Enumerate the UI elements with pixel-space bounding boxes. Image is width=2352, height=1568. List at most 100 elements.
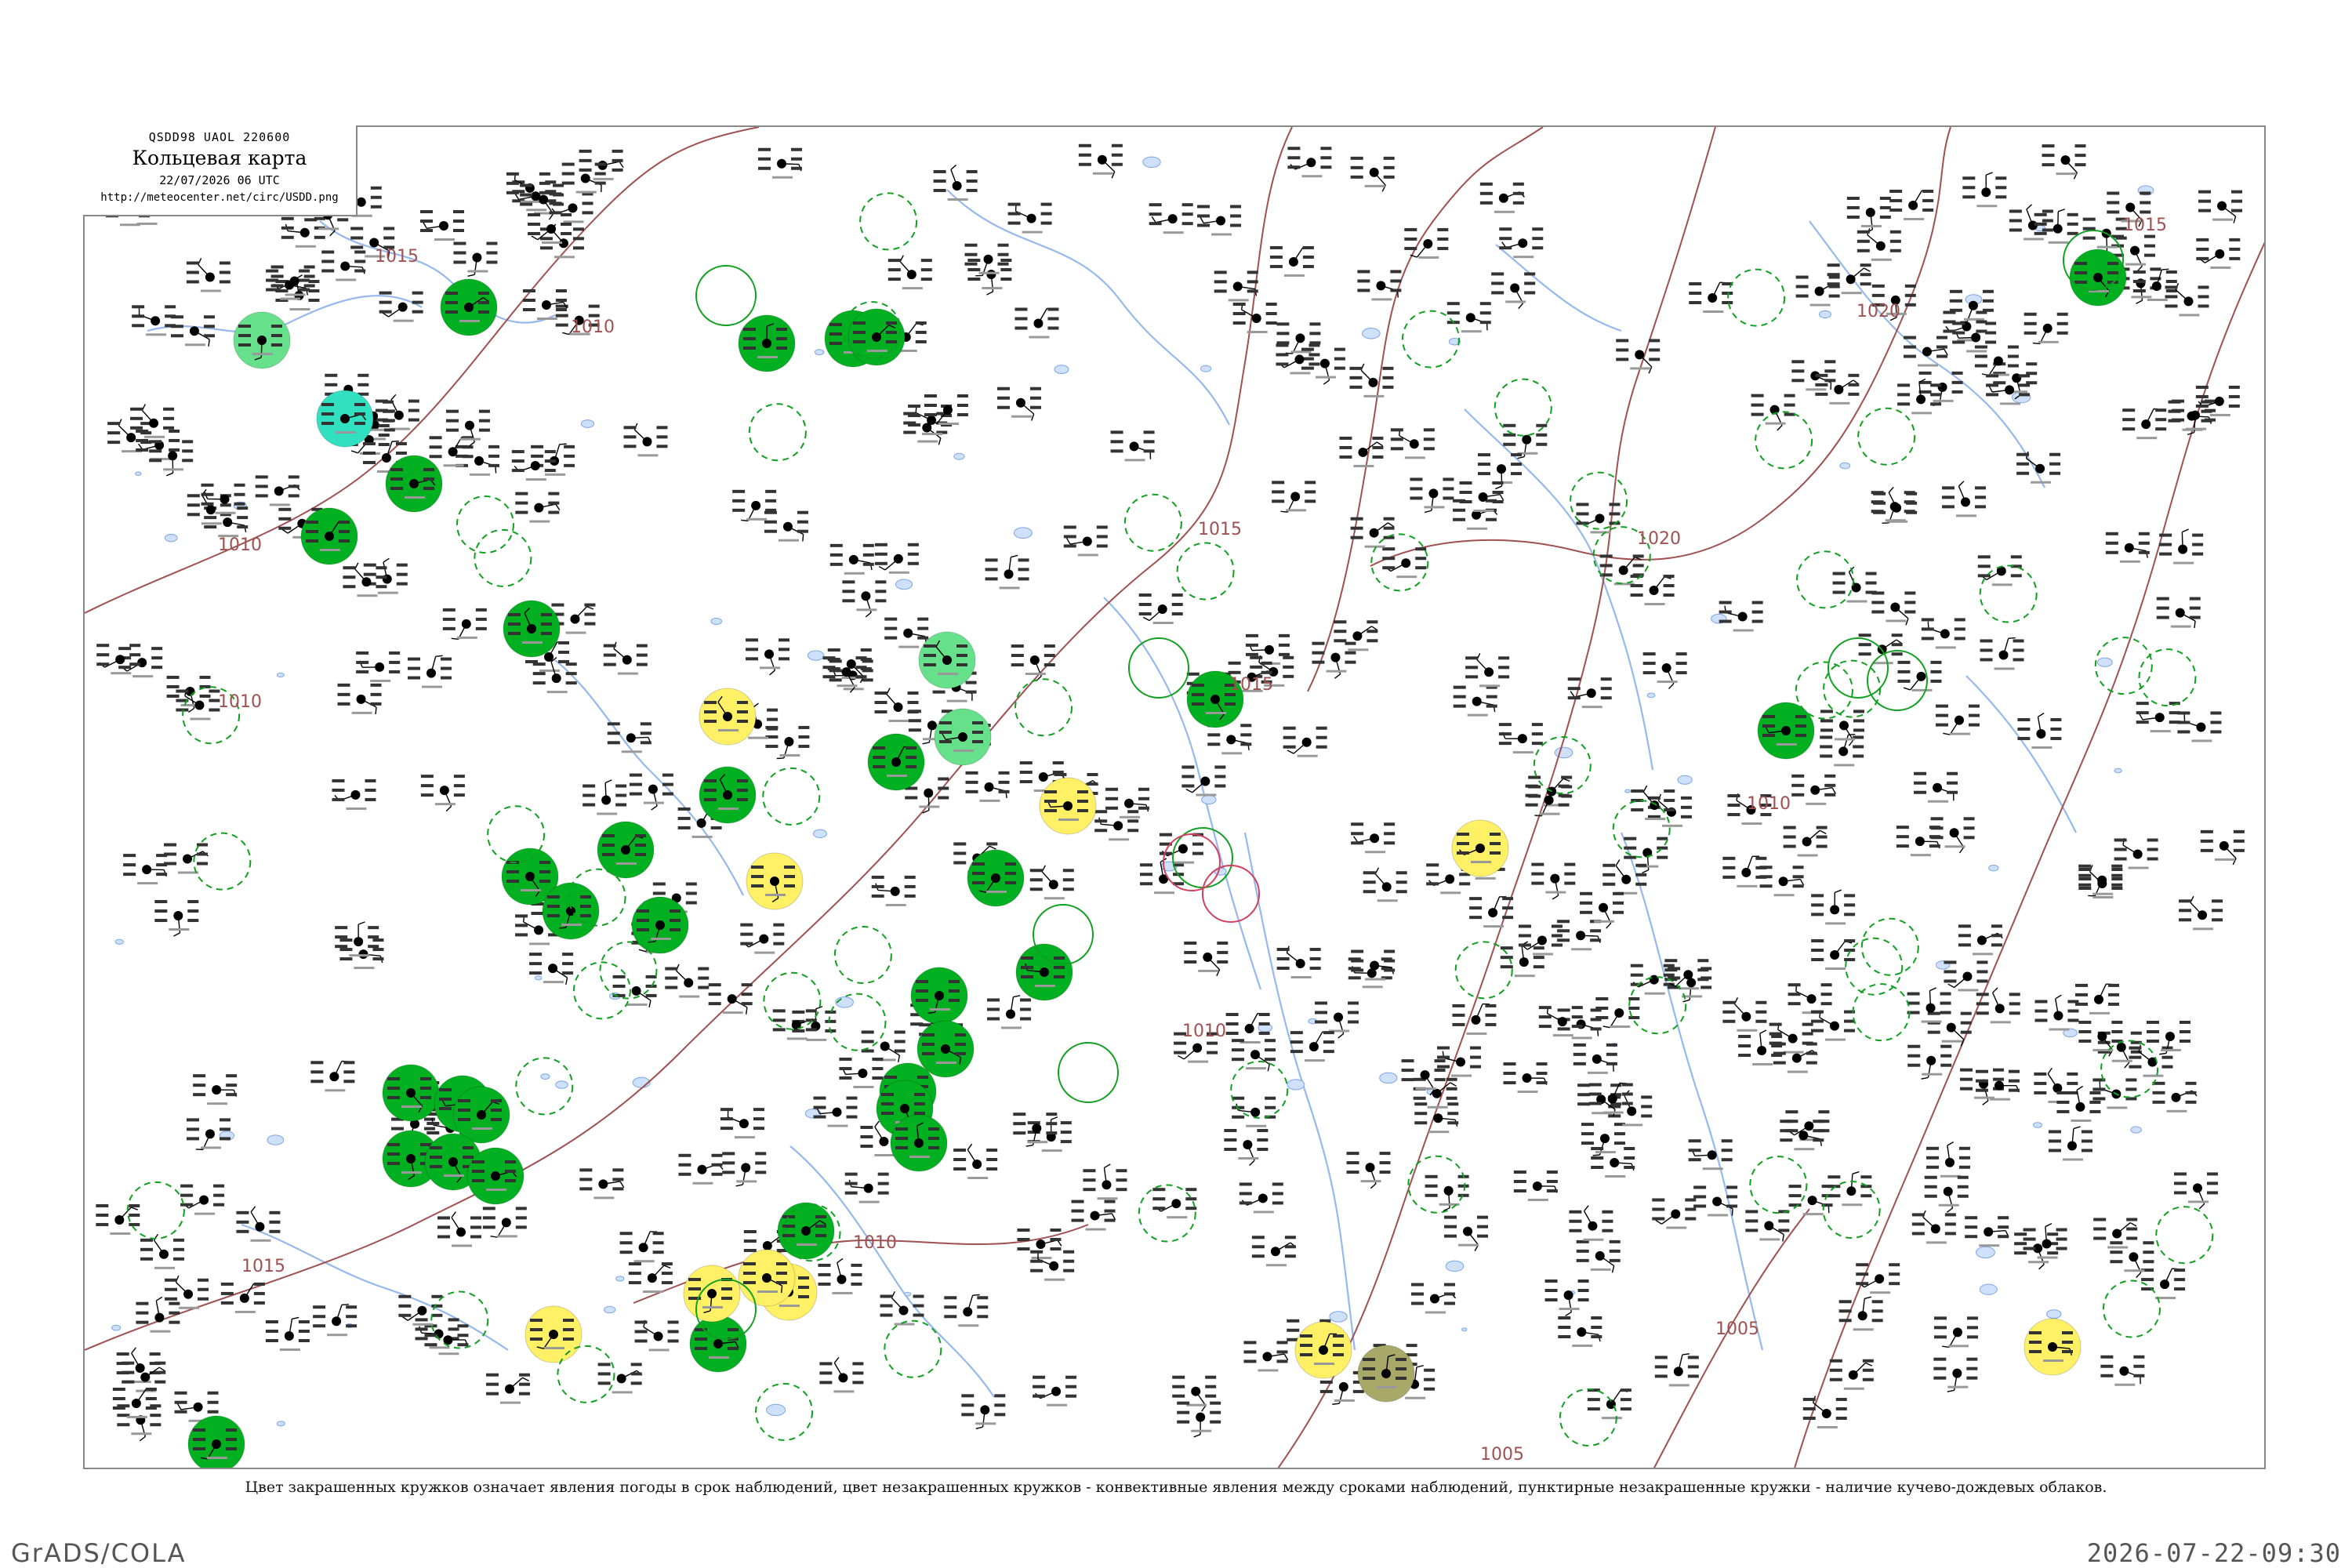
station-value-glyph bbox=[1138, 797, 1150, 800]
station-value-glyph bbox=[529, 971, 543, 975]
station-id-glyph bbox=[1353, 464, 1374, 467]
station-model bbox=[321, 250, 366, 281]
wind-feather bbox=[2198, 1203, 2205, 1210]
station-id-glyph bbox=[2143, 1074, 2164, 1077]
station-id-glyph bbox=[1834, 764, 1855, 767]
station-model bbox=[1138, 593, 1183, 624]
station-value-glyph bbox=[2198, 190, 2212, 194]
station-id-glyph bbox=[1976, 205, 1998, 208]
station-value-glyph bbox=[2013, 648, 2024, 652]
station-model bbox=[1652, 1198, 1697, 1229]
station-value-glyph bbox=[1795, 285, 1809, 289]
station-value-glyph bbox=[640, 741, 652, 745]
station-value-glyph bbox=[383, 400, 394, 404]
lake bbox=[1624, 789, 1631, 793]
station-value-glyph bbox=[390, 487, 403, 490]
station-value-glyph bbox=[1689, 301, 1702, 305]
station-value-glyph bbox=[269, 1220, 281, 1224]
station-value-glyph bbox=[1459, 500, 1472, 504]
station-value-glyph bbox=[1192, 851, 1203, 855]
station-value-glyph bbox=[445, 428, 459, 432]
station-value-glyph bbox=[396, 572, 408, 576]
station-model bbox=[1350, 156, 1395, 192]
station-value-glyph bbox=[2100, 1355, 2114, 1359]
station-value-glyph bbox=[1903, 336, 1916, 339]
station-value-glyph bbox=[2056, 331, 2068, 335]
station-value-glyph bbox=[873, 756, 885, 759]
station-value-glyph bbox=[1503, 1062, 1516, 1066]
wind-feather bbox=[1323, 379, 1330, 385]
wind-feather bbox=[1668, 683, 1675, 690]
station-value-glyph bbox=[475, 617, 487, 621]
station-value-glyph bbox=[1687, 1374, 1699, 1378]
station-value-glyph bbox=[453, 784, 465, 788]
station-value-glyph bbox=[219, 1127, 230, 1131]
station-value-glyph bbox=[564, 445, 575, 448]
station-value-glyph bbox=[2108, 993, 2120, 996]
station-value-glyph bbox=[1722, 1019, 1736, 1023]
wind-barb bbox=[2190, 902, 2203, 916]
station-value-glyph bbox=[698, 985, 710, 989]
station-value-glyph bbox=[1721, 1158, 1733, 1162]
station-id-glyph bbox=[2160, 1048, 2181, 1051]
station-value-glyph bbox=[1486, 517, 1497, 521]
station-model bbox=[512, 180, 557, 212]
station-id-glyph bbox=[919, 805, 940, 808]
station-value-glyph bbox=[1477, 463, 1490, 466]
station-value-glyph bbox=[1350, 175, 1363, 179]
station-value-glyph bbox=[829, 678, 842, 682]
station-value-glyph bbox=[1205, 1375, 1217, 1379]
station-value-glyph bbox=[1283, 655, 1294, 659]
station-value-glyph bbox=[321, 250, 335, 254]
station-value-glyph bbox=[383, 227, 395, 230]
station-value-glyph bbox=[1469, 906, 1483, 910]
station-model bbox=[2165, 282, 2209, 317]
station-value-glyph bbox=[1228, 661, 1241, 665]
station-value-glyph bbox=[880, 1294, 893, 1298]
station-value-glyph bbox=[308, 299, 320, 303]
station-id-glyph bbox=[2096, 245, 2118, 249]
wind-feather bbox=[2182, 528, 2189, 533]
station-value-glyph bbox=[420, 793, 434, 797]
station-id-glyph bbox=[2150, 730, 2171, 733]
station-value-glyph bbox=[2198, 304, 2209, 308]
station-value-glyph bbox=[2132, 270, 2146, 274]
station-value-glyph bbox=[145, 1396, 157, 1400]
station-model bbox=[236, 1206, 281, 1242]
station-value-glyph bbox=[895, 1127, 908, 1131]
station-value-glyph bbox=[1532, 246, 1544, 250]
wind-feather bbox=[467, 274, 475, 277]
lake bbox=[1201, 794, 1217, 805]
station-value-glyph bbox=[445, 292, 458, 295]
station-value-glyph bbox=[420, 1077, 431, 1080]
station-value-glyph bbox=[612, 1187, 624, 1191]
station-value-glyph bbox=[740, 942, 753, 946]
station-value-glyph bbox=[629, 773, 642, 777]
station-model bbox=[1503, 1062, 1548, 1094]
station-value-glyph bbox=[462, 445, 474, 449]
wind-feather bbox=[1416, 1365, 1424, 1368]
station-value-glyph bbox=[797, 510, 808, 514]
station-value-glyph bbox=[203, 315, 215, 319]
station-value-glyph bbox=[853, 340, 866, 343]
station-value-glyph bbox=[2023, 1228, 2036, 1232]
station-id-glyph bbox=[1077, 554, 1098, 557]
stations-layer bbox=[96, 143, 2245, 1468]
station-model bbox=[1063, 525, 1108, 557]
wind-feather bbox=[495, 466, 497, 474]
station-id-glyph bbox=[565, 631, 586, 634]
station-value-glyph bbox=[1941, 495, 1955, 499]
station-id-glyph bbox=[938, 423, 959, 426]
station-value-glyph bbox=[953, 861, 967, 865]
station-value-glyph bbox=[1276, 966, 1290, 970]
station-value-glyph bbox=[390, 477, 403, 481]
station-model bbox=[1791, 360, 1836, 391]
station-value-glyph bbox=[1247, 289, 1258, 293]
station-value-glyph bbox=[1930, 383, 1942, 387]
station-value-glyph bbox=[532, 662, 546, 666]
station-value-glyph bbox=[910, 1022, 924, 1026]
station-value-glyph bbox=[1944, 960, 1957, 964]
station-value-glyph bbox=[549, 211, 562, 215]
station-value-glyph bbox=[1116, 1169, 1127, 1173]
station-value-glyph bbox=[1982, 299, 1994, 303]
